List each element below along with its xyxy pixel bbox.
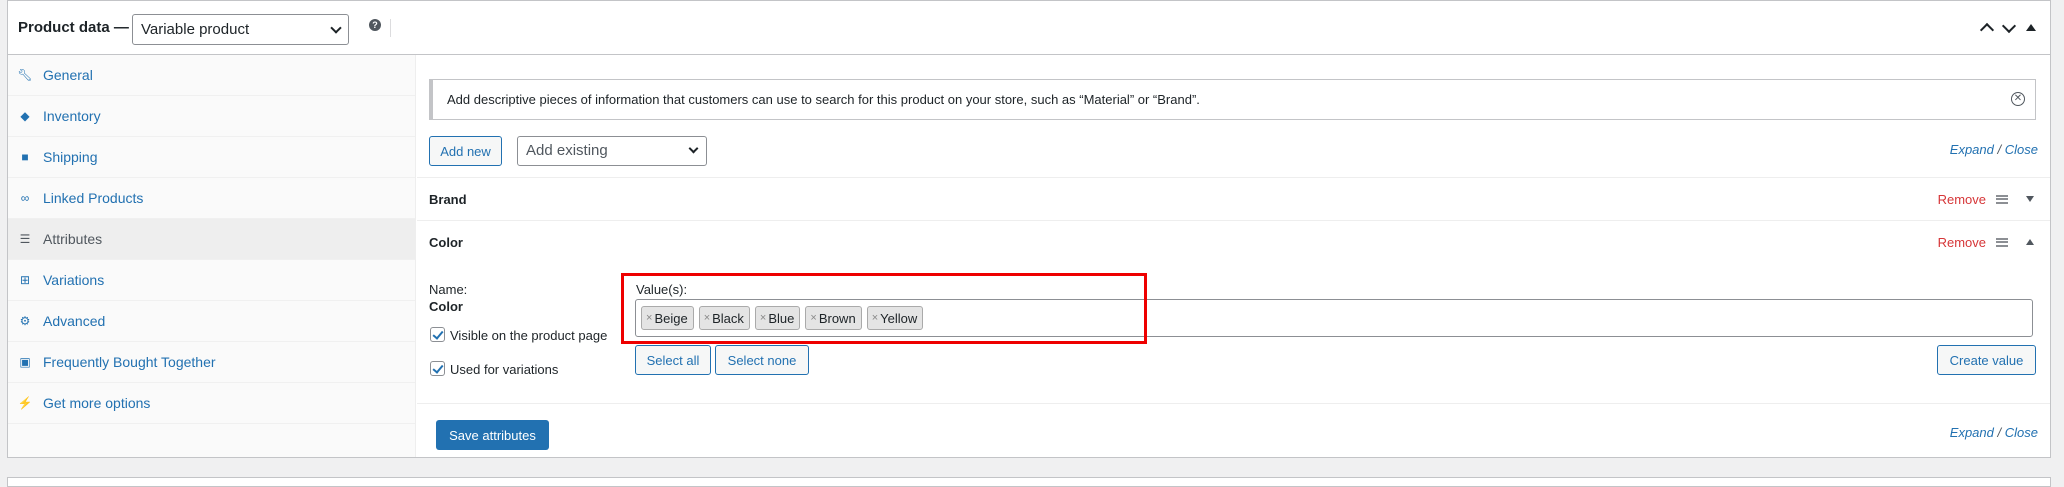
sidebar-item-label: Get more options [43, 395, 151, 411]
panel-title: Product data — [18, 19, 129, 36]
help-icon[interactable]: ? [369, 19, 381, 31]
sidebar-item-label: Frequently Bought Together [43, 354, 216, 370]
variations-checkbox[interactable] [430, 361, 445, 376]
name-label: Name: [429, 282, 468, 297]
expand-close-links: Expand / Close [1950, 142, 2038, 157]
move-down-icon[interactable] [2001, 18, 2017, 34]
sidebar-item-attributes[interactable]: ☰ Attributes [8, 219, 415, 260]
visible-checkbox[interactable] [430, 327, 445, 342]
sidebar-item-inventory[interactable]: ◆ Inventory [8, 96, 415, 137]
attribute-row-brand[interactable]: Brand Remove [417, 177, 2050, 220]
sidebar-item-label: Linked Products [43, 190, 144, 206]
variations-label: Used for variations [450, 362, 559, 377]
sidebar-item-label: Shipping [43, 149, 98, 165]
remove-link[interactable]: Remove [1938, 235, 1986, 250]
attribute-name: Brand [429, 191, 467, 207]
divider [390, 19, 391, 37]
notice-text: Add descriptive pieces of information th… [447, 92, 1200, 107]
sidebar-item-advanced[interactable]: ⚙ Advanced [8, 301, 415, 342]
attributes-panel: Add descriptive pieces of information th… [417, 55, 2050, 457]
sidebar-item-shipping[interactable]: ■ Shipping [8, 137, 415, 178]
expand-arrow-icon[interactable] [2026, 196, 2034, 202]
panel-controls [1979, 18, 2036, 38]
select-all-button[interactable]: Select all [635, 345, 711, 375]
tag-icon: ◆ [20, 109, 30, 123]
sidebar-item-general[interactable]: 🔧︎ General [8, 55, 415, 96]
product-type-select[interactable]: Variable product [132, 14, 349, 45]
expand-link[interactable]: Expand [1950, 425, 1994, 440]
divider [417, 403, 2050, 404]
move-up-icon[interactable] [1979, 22, 1995, 38]
sidebar-item-label: Attributes [43, 231, 103, 247]
sidebar-item-label: General [43, 67, 93, 83]
collapse-toggle-icon[interactable] [2026, 23, 2036, 31]
plug-icon: ⚡ [17, 396, 33, 410]
gear-icon: ⚙ [19, 314, 31, 328]
add-existing-select[interactable]: Add existing [517, 136, 707, 166]
collapse-arrow-icon[interactable] [2026, 239, 2034, 245]
sidebar-item-frequently-bought-together[interactable]: ▣ Frequently Bought Together [8, 342, 415, 383]
save-attributes-button[interactable]: Save attributes [436, 420, 549, 450]
chevron-down-icon [688, 143, 699, 154]
expand-close-links: Expand / Close [1950, 425, 2038, 440]
attribute-row-color[interactable]: Color Remove [417, 220, 2050, 263]
remove-link[interactable]: Remove [1938, 192, 1986, 207]
product-type-value: Variable product [141, 21, 250, 38]
sidebar-item-label: Variations [43, 272, 105, 288]
product-data-tabs: 🔧︎ General ◆ Inventory ■ Shipping ∞ Link… [8, 55, 416, 457]
grid-icon: ⊞ [19, 273, 31, 287]
close-link[interactable]: Close [2005, 425, 2038, 440]
expand-link[interactable]: Expand [1950, 142, 1994, 157]
sidebar-item-label: Inventory [43, 108, 101, 124]
sidebar-item-get-more-options[interactable]: ⚡ Get more options [8, 383, 415, 424]
panel-header: Product data — Variable product ? [8, 1, 2050, 55]
wrench-icon: 🔧︎ [17, 68, 33, 82]
create-value-button[interactable]: Create value [1937, 345, 2036, 375]
link-icon: ∞ [20, 191, 30, 205]
truck-icon: ■ [21, 150, 29, 164]
next-panel [7, 477, 2051, 487]
sidebar-item-linked-products[interactable]: ∞ Linked Products [8, 178, 415, 219]
chevron-down-icon [330, 22, 342, 34]
close-link[interactable]: Close [2005, 142, 2038, 157]
attribute-name: Color [429, 234, 463, 250]
drag-handle-icon[interactable] [1996, 194, 2008, 204]
close-icon[interactable]: ✕ [2011, 92, 2025, 106]
sidebar-item-variations[interactable]: ⊞ Variations [8, 260, 415, 301]
product-data-panel: Product data — Variable product ? 🔧︎ Gen… [7, 0, 2051, 458]
info-notice: Add descriptive pieces of information th… [429, 79, 2036, 120]
visible-label: Visible on the product page [450, 328, 608, 343]
separator: / [1997, 142, 2002, 157]
list-icon: ☰ [19, 232, 31, 246]
add-new-button[interactable]: Add new [429, 136, 502, 166]
add-existing-placeholder: Add existing [526, 142, 608, 159]
drag-handle-icon[interactable] [1996, 237, 2008, 247]
sidebar-item-label: Advanced [43, 313, 106, 329]
lock-icon: ▣ [19, 355, 31, 369]
name-value: Color [429, 299, 463, 314]
separator: / [1997, 425, 2002, 440]
select-none-button[interactable]: Select none [715, 345, 809, 375]
highlight-box [621, 273, 1147, 344]
